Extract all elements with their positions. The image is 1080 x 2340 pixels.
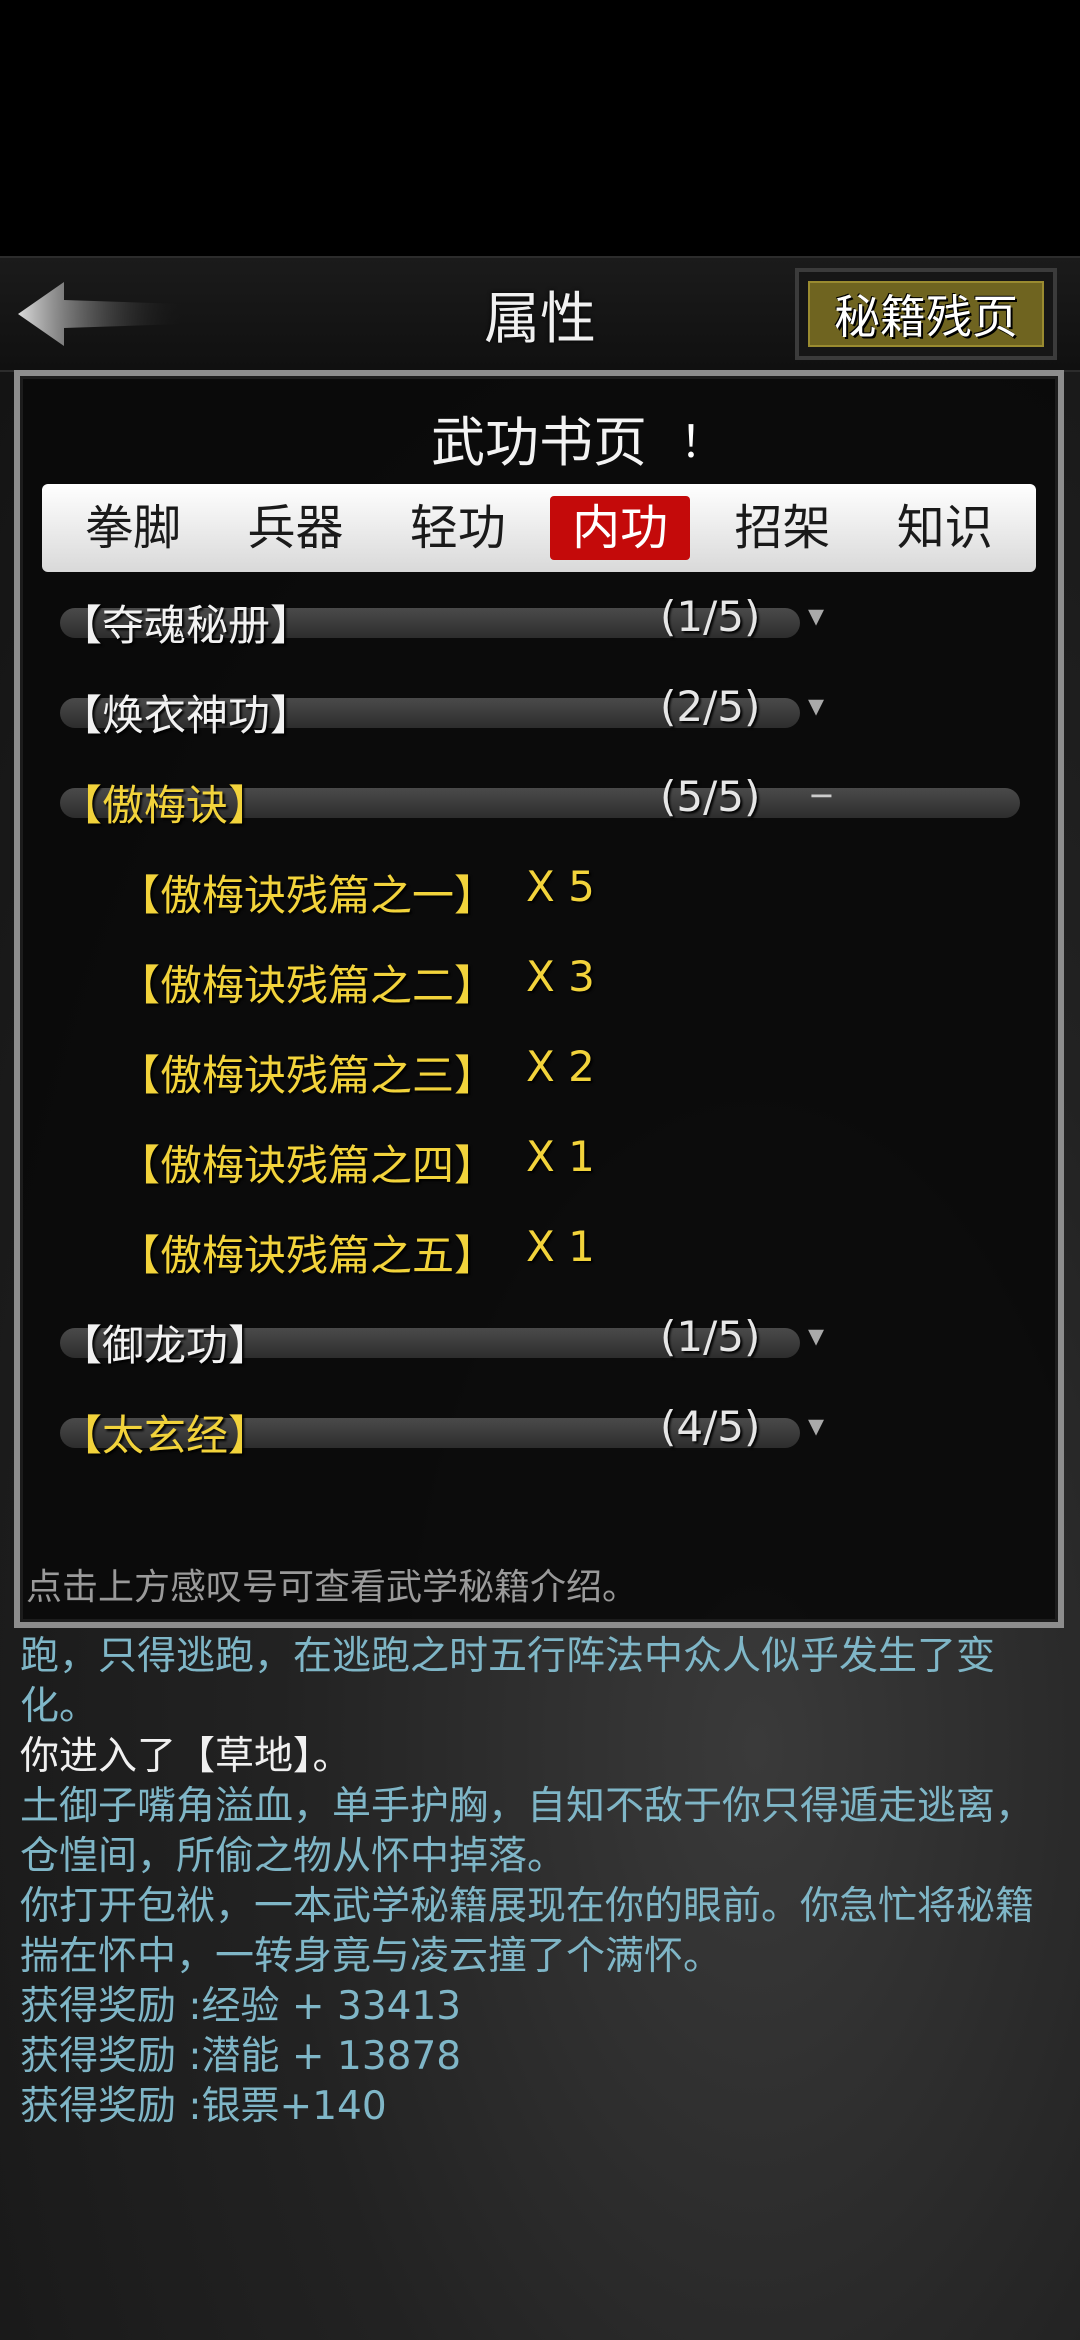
log-line: 土御子嘴角溢血，单手护胸，自知不敌于你只得遁走逃离，仓惶间，所偷之物从怀中掉落。	[20, 1784, 1035, 1879]
tab-parry[interactable]: 招架	[712, 496, 852, 560]
fragment-name: 【傲梅诀残篇之一】	[118, 871, 497, 920]
expand-chevron-icon[interactable]: ▾	[808, 686, 824, 724]
martial-pages-dialog: 武功书页 ！ 拳脚 兵器 轻功 内功 招架 知识 【夺魂秘册】 (1/5) ▾ …	[14, 370, 1064, 1628]
book-name: 【御龙功】	[60, 1321, 271, 1370]
fragment-count: X 3	[526, 952, 595, 1001]
book-progress: (1/5)	[660, 592, 761, 641]
book-progress: (1/5)	[660, 1312, 761, 1361]
expand-chevron-icon[interactable]: ▾	[808, 1406, 824, 1444]
tab-inner-power[interactable]: 内功	[550, 496, 691, 560]
book-row-expanded[interactable]: 【傲梅诀】 (5/5) −	[60, 766, 1040, 836]
fragment-name: 【傲梅诀残篇之四】	[118, 1141, 497, 1190]
dialog-title: 武功书页	[431, 411, 647, 474]
header-bar: 属性 秘籍残页	[0, 256, 1080, 372]
fragment-count: X 2	[526, 1042, 595, 1091]
book-progress: (4/5)	[660, 1402, 761, 1451]
log-line: 跑，只得逃跑，在逃跑之时五行阵法中众人似乎发生了变化。	[20, 1634, 996, 1729]
book-row[interactable]: 【御龙功】 (1/5) ▾	[60, 1306, 1040, 1376]
book-name: 【傲梅诀】	[60, 781, 271, 830]
log-line: 你打开包袱，一本武学秘籍展现在你的眼前。你急忙将秘籍揣在怀中，一转身竟与凌云撞了…	[20, 1884, 1035, 1979]
fragment-count: X 5	[526, 862, 595, 911]
fragment-count: X 1	[526, 1132, 595, 1181]
fragment-name: 【傲梅诀残篇之三】	[118, 1051, 497, 1100]
log-line: 获得奖励 :潜能 + 13878	[20, 2034, 462, 2079]
tab-lightness[interactable]: 轻功	[388, 496, 528, 560]
book-row[interactable]: 【太玄经】 (4/5) ▾	[60, 1396, 1040, 1466]
tab-fist[interactable]: 拳脚	[63, 496, 203, 560]
info-exclamation-icon[interactable]: ！	[680, 406, 724, 470]
log-line: 获得奖励 :经验 + 33413	[20, 1984, 462, 2029]
book-name: 【夺魂秘册】	[60, 601, 313, 650]
fragment-count: X 1	[526, 1222, 595, 1271]
fragment-name: 【傲梅诀残篇之二】	[118, 961, 497, 1010]
secret-pages-button[interactable]: 秘籍残页	[795, 268, 1057, 360]
book-progress: (5/5)	[660, 772, 761, 821]
book-row[interactable]: 【焕衣神功】 (2/5) ▾	[60, 676, 1040, 746]
tab-weapon[interactable]: 兵器	[225, 496, 365, 560]
expand-chevron-icon[interactable]: ▾	[808, 596, 824, 634]
collapse-minus-icon[interactable]: −	[808, 776, 835, 814]
fragment-name: 【傲梅诀残篇之五】	[118, 1231, 497, 1280]
book-name: 【焕衣神功】	[60, 691, 313, 740]
book-progress: (2/5)	[660, 682, 761, 731]
hint-text: 点击上方感叹号可查看武学秘籍介绍。	[26, 1567, 639, 1608]
tab-knowledge[interactable]: 知识	[875, 496, 1015, 560]
book-row[interactable]: 【夺魂秘册】 (1/5) ▾	[60, 586, 1040, 656]
expand-chevron-icon[interactable]: ▾	[808, 1316, 824, 1354]
event-log: 跑，只得逃跑，在逃跑之时五行阵法中众人似乎发生了变化。 你进入了【草地】。 土御…	[20, 1632, 1065, 2132]
log-line: 你进入了【草地】。	[20, 1734, 352, 1779]
category-tabbar: 拳脚 兵器 轻功 内功 招架 知识	[42, 484, 1036, 572]
secret-pages-button-label: 秘籍残页	[808, 281, 1044, 347]
book-name: 【太玄经】	[60, 1411, 271, 1460]
log-line: 获得奖励 :银票+140	[20, 2084, 387, 2129]
